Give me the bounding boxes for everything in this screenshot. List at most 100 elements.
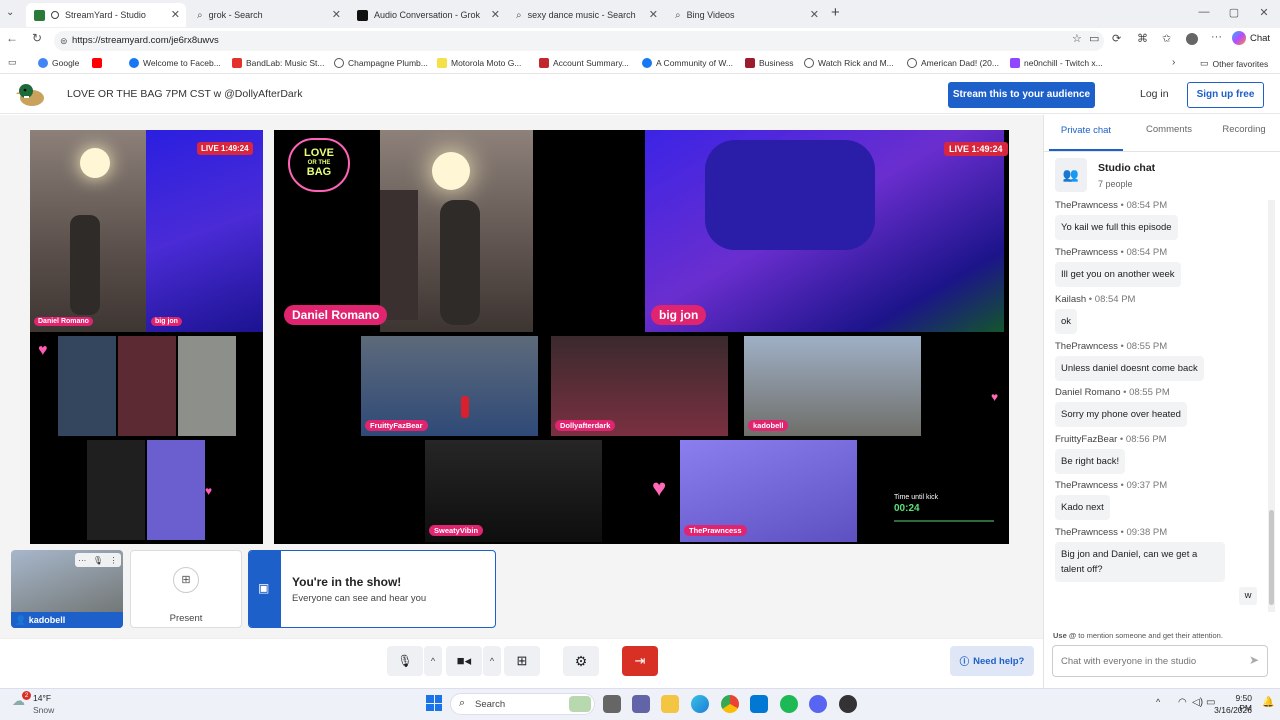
microphone-options-button[interactable]: ^ (424, 646, 442, 676)
camera-options-button[interactable]: ^ (483, 646, 501, 676)
exit-icon: ⇥ (634, 653, 646, 668)
close-tab-icon[interactable]: ✕ (491, 8, 500, 21)
leave-studio-button[interactable]: ⇥ (622, 646, 658, 676)
tab-list-chevron-icon[interactable]: ⌄ (6, 7, 14, 18)
profile-icon[interactable] (1186, 33, 1198, 45)
tab-grok-search[interactable]: ⌕ grok - Search ✕ (189, 3, 347, 27)
favorite-star-icon[interactable]: ☆ (1072, 32, 1082, 45)
close-window-icon[interactable]: ✕ (1254, 6, 1274, 19)
wifi-icon[interactable]: ◠ (1178, 697, 1187, 708)
favorite-community[interactable]: A Community of W... (642, 58, 733, 68)
close-tab-icon[interactable]: ✕ (332, 8, 341, 21)
present-tile[interactable]: ⊞ Present (130, 550, 242, 628)
close-tab-icon[interactable]: ✕ (810, 8, 819, 21)
windows-start-icon[interactable] (426, 695, 442, 711)
favorite-business[interactable]: Business (745, 58, 794, 68)
favorite-american-dad[interactable]: American Dad! (20... (907, 58, 999, 68)
favorite-account[interactable]: Account Summary... (539, 58, 629, 68)
show-status-notice: ▣ You're in the show! Everyone can see a… (248, 550, 496, 628)
send-icon[interactable]: ➤ (1249, 653, 1259, 667)
copilot-chat-button[interactable]: Chat (1232, 31, 1270, 45)
back-icon[interactable]: ← (4, 31, 20, 45)
extensions-icon[interactable]: ⟳ (1112, 32, 1121, 45)
streamyard-logo[interactable] (16, 80, 46, 110)
tab-bing-videos[interactable]: ⌕ Bing Videos ✕ (667, 3, 825, 27)
edge-icon[interactable] (691, 695, 709, 713)
file-explorer-icon[interactable] (661, 695, 679, 713)
scrollbar-thumb[interactable] (1269, 510, 1274, 605)
refresh-icon[interactable]: ↻ (29, 31, 45, 45)
hint-bold: Use @ (1053, 631, 1077, 640)
kebab-menu-icon[interactable]: ⋮ (110, 556, 118, 565)
author-name: ThePrawncess (1055, 247, 1118, 258)
chevron-right-icon[interactable]: › (1172, 57, 1175, 68)
volume-icon[interactable]: ◁) (1192, 697, 1203, 708)
teams-icon[interactable] (632, 695, 650, 713)
name-label-daniel: Daniel Romano (34, 317, 93, 326)
camera-toggle-button[interactable]: ■◂ (446, 646, 482, 676)
folder-icon: ▭ (1200, 58, 1209, 68)
microphone-icon[interactable]: 🎙 (93, 556, 103, 565)
favorites-icon[interactable]: ✩ (1162, 32, 1171, 45)
other-favorites[interactable]: ▭ Other favorites (1200, 58, 1268, 69)
chrome-icon[interactable] (721, 695, 739, 713)
tab-streamyard[interactable]: StreamYard - Studio ✕ (26, 3, 186, 27)
close-tab-icon[interactable]: ✕ (171, 8, 180, 21)
author-name: ThePrawncess (1055, 527, 1118, 538)
favorite-motorola[interactable]: Motorola Moto G... (437, 58, 521, 68)
tab-grok-audio[interactable]: Audio Conversation - Grok ✕ (349, 3, 506, 27)
site-info-icon[interactable]: ⊜ (60, 31, 68, 51)
discord-icon[interactable] (809, 695, 827, 713)
self-camera-tile[interactable]: ··· 🎙 ⋮ 👤 kadobell (11, 550, 123, 628)
taskbar-search[interactable]: ⌕ Search (450, 693, 595, 715)
favorite-google[interactable]: Google (38, 58, 79, 68)
chat-message-author: ThePrawncess • 08:55 PM (1055, 341, 1167, 352)
maximize-icon[interactable]: ▢ (1224, 6, 1244, 19)
weather-widget[interactable]: ☁ 2 (12, 691, 31, 711)
hint-text: to mention someone and get their attenti… (1078, 631, 1223, 640)
gear-icon: ⚙ (574, 652, 588, 669)
task-view-icon[interactable] (603, 695, 621, 713)
tab-dance-search[interactable]: ⌕ sexy dance music - Search ✕ (508, 3, 664, 27)
new-tab-icon[interactable]: + (831, 4, 840, 21)
favorite-rick[interactable]: Watch Rick and M... (804, 58, 894, 68)
signup-button[interactable]: Sign up free (1187, 82, 1264, 108)
favorite-youtube[interactable] (92, 58, 102, 68)
need-help-button[interactable]: ⓘ Need help? (950, 646, 1034, 676)
tab-private-chat[interactable]: Private chat (1060, 124, 1112, 137)
chat-input[interactable] (1061, 653, 1241, 669)
favorite-facebook[interactable]: Welcome to Faceb... (129, 58, 221, 68)
split-screen-icon[interactable]: ⌘ (1137, 32, 1148, 45)
favorite-twitch[interactable]: ne0nchill - Twitch x... (1010, 58, 1103, 68)
stream-to-audience-button[interactable]: Stream this to your audience (948, 82, 1095, 108)
mute-microphone-button[interactable]: 🎙 (387, 646, 423, 676)
favorite-champagne[interactable]: Champagne Plumb... (334, 58, 428, 68)
message-time: 08:54 PM (1126, 247, 1168, 258)
tab-comments[interactable]: Comments (1140, 124, 1198, 135)
spotify-icon[interactable] (780, 695, 798, 713)
settings-button[interactable]: ⚙ (563, 646, 599, 676)
address-bar[interactable]: ⊜ https://streamyard.com/je6rx8uwvs (54, 31, 1104, 51)
tab-recording[interactable]: Recording (1215, 124, 1273, 135)
tile-toolbar: ··· 🎙 ⋮ (75, 553, 121, 567)
more-dots-icon[interactable]: ··· (78, 556, 86, 565)
store-icon[interactable] (750, 695, 768, 713)
app-icon[interactable] (839, 695, 857, 713)
login-link[interactable]: Log in (1140, 88, 1169, 100)
recording-icon (51, 11, 59, 19)
favorite-bandlab[interactable]: BandLab: Music St... (232, 58, 324, 68)
more-menu-icon[interactable]: ··· (1211, 31, 1222, 43)
clock-date[interactable]: 3/16/2026 (1208, 705, 1252, 715)
chat-scrollbar[interactable] (1268, 200, 1275, 612)
message-time: 08:56 PM (1125, 434, 1167, 445)
globe-icon (804, 58, 814, 68)
facebook-icon (129, 58, 139, 68)
tray-chevron-icon[interactable]: ^ (1156, 697, 1160, 707)
notifications-icon[interactable]: 🔔 (1262, 697, 1274, 708)
collections-icon[interactable]: ▭ (8, 57, 17, 68)
close-tab-icon[interactable]: ✕ (649, 8, 658, 21)
camera-icon[interactable]: ▭ (1089, 32, 1099, 45)
share-screen-button[interactable]: ⊞ (504, 646, 540, 676)
people-group-icon: 👥 (1055, 158, 1087, 192)
minimize-icon[interactable]: — (1194, 6, 1214, 18)
